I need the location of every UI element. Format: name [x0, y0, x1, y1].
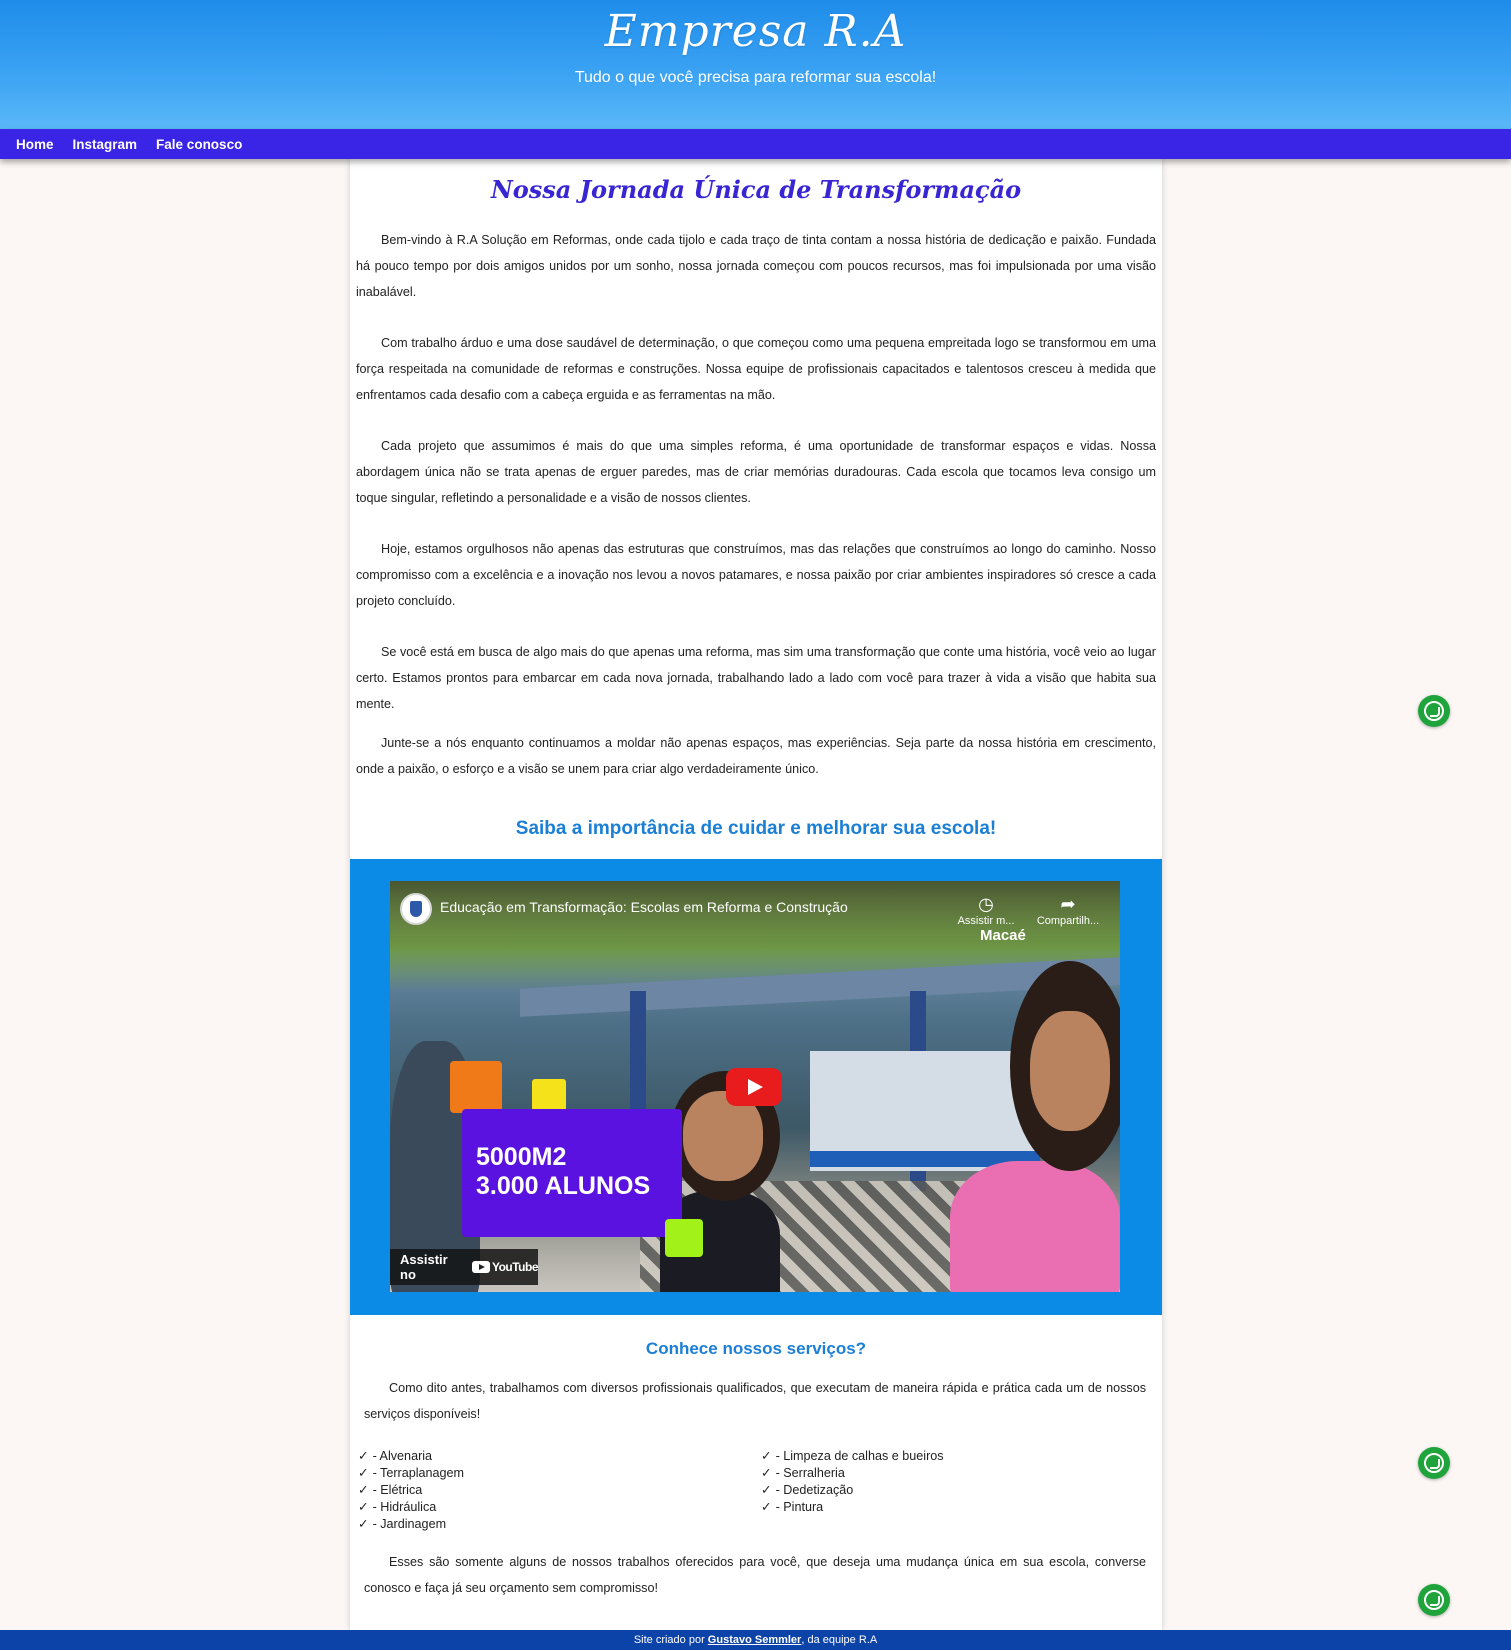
- video-embed[interactable]: Educação em Transformação: Escolas em Re…: [390, 881, 1120, 1292]
- story-paragraph: Se você está em busca de algo mais do qu…: [356, 645, 1156, 711]
- service-item: ✓ - Limpeza de calhas e bueiros: [761, 1449, 944, 1463]
- services-intro: Como dito antes, trabalhamos com diverso…: [364, 1381, 1146, 1421]
- story-paragraph: Bem-vindo à R.A Solução em Reformas, ond…: [356, 233, 1156, 299]
- brand-title: Empresa R.A: [604, 6, 907, 57]
- footer-author-link[interactable]: Gustavo Semmler: [708, 1634, 802, 1646]
- nav-item-contact[interactable]: Fale conosco: [156, 137, 242, 152]
- footer-suffix: , da equipe R.A: [801, 1634, 878, 1646]
- service-item: ✓ - Hidráulica: [358, 1500, 437, 1514]
- video-scene-girl-right-face: [1030, 1011, 1110, 1131]
- check-icon: ✓: [358, 1466, 369, 1480]
- share-button[interactable]: ➦ Compartilh...: [1028, 893, 1108, 927]
- nav-item-instagram[interactable]: Instagram: [73, 137, 138, 152]
- video-brand-watermark: Macaé: [980, 927, 1026, 944]
- video-heading: Saiba a importância de cuidar e melhorar…: [515, 818, 997, 839]
- service-item: ✓ - Pintura: [761, 1500, 824, 1514]
- share-label: Compartilh...: [1036, 915, 1100, 927]
- whatsapp-icon[interactable]: [1418, 1584, 1450, 1616]
- video-overlay-text: 5000M2 3.000 ALUNOS: [476, 1143, 650, 1201]
- check-icon: ✓: [358, 1483, 369, 1497]
- video-overlay-line: 5000M2: [476, 1143, 567, 1171]
- watch-later-button[interactable]: ◷ Assistir m...: [946, 893, 1026, 927]
- story-text: Bem-vindo à R.A Solução em Reformas, ond…: [356, 227, 1156, 807]
- story-paragraph: Cada projeto que assumimos é mais do que…: [356, 439, 1156, 505]
- clock-icon: ◷: [978, 894, 994, 914]
- watch-later-label: Assistir m...: [957, 915, 1015, 927]
- video-graphic-orange: [450, 1061, 502, 1113]
- channel-logo-icon[interactable]: [400, 893, 432, 925]
- service-item: ✓ - Elétrica: [358, 1483, 423, 1497]
- services-heading: Conhece nossos serviços?: [645, 1339, 867, 1358]
- story-paragraph: Com trabalho árduo e uma dose saudável d…: [356, 336, 1156, 402]
- nav-item-home[interactable]: Home: [16, 137, 54, 152]
- video-section: Educação em Transformação: Escolas em Re…: [350, 859, 1162, 1315]
- video-overlay-line: 3.000 ALUNOS: [476, 1172, 651, 1200]
- services-list-left: ✓ - Alvenaria ✓ - Terraplanagem ✓ - Elétric…: [358, 1448, 464, 1533]
- play-icon[interactable]: [726, 1068, 782, 1106]
- check-icon: ✓: [761, 1483, 772, 1497]
- video-title[interactable]: Educação em Transformação: Escolas em Re…: [440, 899, 848, 915]
- watch-on-label: Assistir no: [400, 1252, 448, 1282]
- check-icon: ✓: [358, 1500, 369, 1514]
- brand-tagline: Tudo o que você precisa para reformar su…: [574, 69, 937, 86]
- site-footer: Site criado por Gustavo Semmler, da equi…: [0, 1630, 1511, 1650]
- service-item: ✓ - Jardinagem: [358, 1517, 447, 1531]
- service-item: ✓ - Serralheria: [761, 1466, 845, 1480]
- site-header: Empresa R.A Tudo o que você precisa para…: [0, 0, 1511, 129]
- services-list-right: ✓ - Limpeza de calhas e bueiros ✓ - Serral…: [761, 1448, 944, 1516]
- story-title: Nossa Jornada Única de Transformação: [490, 175, 1022, 204]
- check-icon: ✓: [761, 1449, 772, 1463]
- whatsapp-icon[interactable]: [1418, 695, 1450, 727]
- footer-prefix: Site criado por: [633, 1634, 708, 1646]
- share-icon: ➦: [1060, 894, 1076, 914]
- services-outro: Esses são somente alguns de nossos traba…: [364, 1555, 1146, 1595]
- video-graphic-green: [665, 1219, 703, 1257]
- video-scene-girl-right: [950, 1161, 1120, 1292]
- check-icon: ✓: [358, 1449, 369, 1463]
- watch-on-youtube-button[interactable]: Assistir no YouTube: [390, 1249, 539, 1285]
- youtube-icon: YouTube: [471, 1260, 539, 1274]
- story-paragraph: Hoje, estamos orgulhosos não apenas das …: [356, 542, 1156, 608]
- service-item: ✓ - Terraplanagem: [358, 1466, 465, 1480]
- main-content: Nossa Jornada Única de Transformação Bem…: [350, 159, 1162, 1630]
- service-item: ✓ - Dedetização: [761, 1483, 854, 1497]
- check-icon: ✓: [761, 1500, 772, 1514]
- story-paragraph: Junte-se a nós enquanto continuamos a mo…: [356, 736, 1156, 776]
- video-graphic-yellow: [532, 1079, 566, 1111]
- whatsapp-icon[interactable]: [1418, 1447, 1450, 1479]
- service-item: ✓ - Alvenaria: [358, 1449, 433, 1463]
- top-nav: Home Instagram Fale conosco: [0, 129, 1511, 159]
- check-icon: ✓: [761, 1466, 772, 1480]
- check-icon: ✓: [358, 1517, 369, 1531]
